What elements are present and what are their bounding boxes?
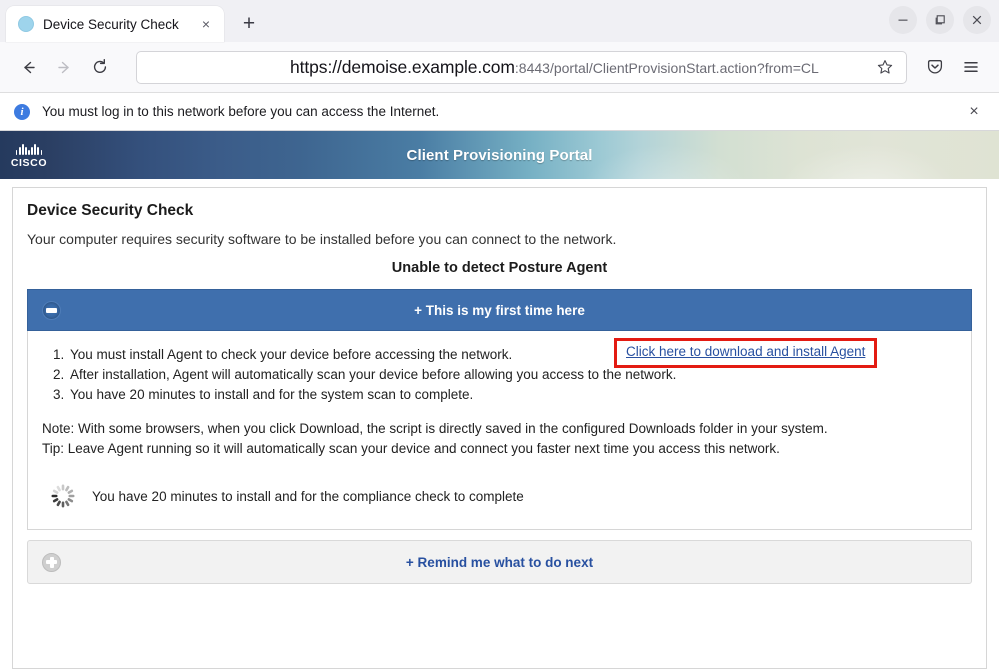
new-tab-button[interactable]: + [234, 9, 264, 39]
list-item: You have 20 minutes to install and for t… [68, 385, 957, 405]
tab-close-icon[interactable]: × [196, 14, 216, 34]
browser-tab[interactable]: Device Security Check × [6, 6, 224, 42]
page-subtitle: Your computer requires security software… [27, 231, 617, 247]
page-title: Device Security Check [27, 202, 194, 219]
network-login-notification: i You must log in to this network before… [0, 93, 999, 131]
forward-button[interactable] [48, 51, 80, 83]
loading-spinner-icon [51, 484, 75, 508]
page-content: CISCO Client Provisioning Portal Device … [0, 131, 999, 669]
tip-text: Tip: Leave Agent running so it will auto… [42, 441, 780, 456]
bookmark-star-icon[interactable] [872, 54, 898, 80]
page-favicon-icon [18, 16, 34, 32]
minimize-button[interactable] [889, 6, 917, 34]
reload-icon [93, 59, 107, 73]
compliance-timer-text: You have 20 minutes to install and for t… [92, 488, 524, 504]
app-menu-button[interactable] [955, 51, 987, 83]
notification-close-icon[interactable]: × [961, 99, 987, 125]
tab-title: Device Security Check [43, 16, 179, 32]
back-button[interactable] [12, 51, 44, 83]
url-text: https://demoise.example.com :8443/portal… [145, 57, 872, 78]
forward-arrow-icon [57, 61, 69, 73]
accordion-first-time-label: + This is my first time here [414, 302, 585, 318]
url-path: :8443/portal/ClientProvisionStart.action… [514, 59, 819, 76]
accordion-remind-me-label: + Remind me what to do next [405, 554, 594, 570]
pocket-button[interactable] [919, 51, 951, 83]
list-item: After installation, Agent will automatic… [68, 365, 957, 385]
portal-content-card: Device Security Check Your computer requ… [12, 187, 987, 669]
accordion-remind-me-header[interactable]: + Remind me what to do next [27, 540, 972, 584]
download-link-highlight-box: Click here to download and install Agent [614, 338, 878, 368]
accordion-first-time-header[interactable]: + This is my first time here [27, 289, 972, 331]
compliance-timer-row: You have 20 minutes to install and for t… [42, 481, 957, 511]
close-window-button[interactable] [963, 6, 991, 34]
pocket-icon [927, 60, 943, 74]
minus-glyph [46, 307, 57, 313]
navigation-toolbar: https://demoise.example.com :8443/portal… [0, 42, 999, 93]
url-host: https://demoise.example.com [290, 56, 515, 77]
minimize-icon [898, 19, 908, 21]
tab-strip: Device Security Check × + [0, 0, 999, 42]
reload-button[interactable] [84, 51, 116, 83]
status-message: Unable to detect Posture Agent [391, 260, 608, 276]
note-text: Note: With some browsers, when you click… [42, 421, 828, 436]
back-arrow-icon [23, 61, 35, 73]
maximize-button[interactable] [926, 6, 954, 34]
address-bar[interactable]: https://demoise.example.com :8443/portal… [136, 50, 907, 84]
close-icon [972, 15, 982, 25]
download-agent-link[interactable]: Click here to download and install Agent [626, 344, 865, 359]
cisco-portal-banner: CISCO Client Provisioning Portal [0, 131, 999, 179]
portal-title: Client Provisioning Portal [406, 146, 593, 164]
hamburger-menu-icon [964, 62, 978, 72]
star-icon [877, 60, 893, 74]
notification-text: You must log in to this network before y… [42, 104, 440, 119]
info-icon: i [14, 103, 30, 120]
plus-glyph-vertical [49, 556, 54, 568]
plus-circle-icon[interactable] [42, 552, 61, 572]
minus-circle-icon[interactable] [42, 300, 61, 320]
window-controls [889, 6, 991, 34]
maximize-icon [935, 15, 945, 25]
browser-window: Device Security Check × + https://demois… [0, 0, 999, 669]
accordion-first-time-body: You must install Agent to check your dev… [27, 331, 972, 530]
